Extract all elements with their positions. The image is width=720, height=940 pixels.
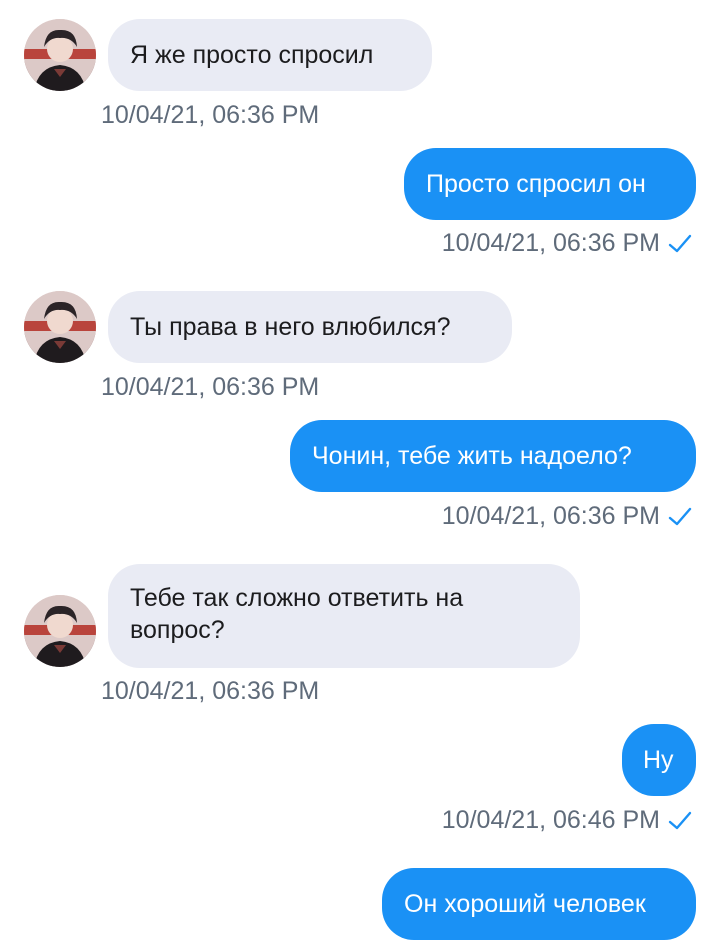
check-icon <box>668 811 692 831</box>
check-icon <box>668 507 692 527</box>
message-bubble-outgoing[interactable]: Ну <box>622 724 696 796</box>
message-bubble-outgoing[interactable]: Чонин, тебе жить надоело? <box>290 420 696 492</box>
avatar-photo-icon <box>24 19 96 91</box>
message-timestamp: 10/04/21, 06:46 PM <box>441 806 660 834</box>
message-text: Ну <box>643 746 674 774</box>
message-bubble-incoming[interactable]: Тебе так сложно ответить на вопрос? <box>108 564 580 668</box>
message-text: Просто спросил он <box>426 170 646 198</box>
message-timestamp: 10/04/21, 06:36 PM <box>101 101 320 129</box>
message-bubble-incoming[interactable]: Ты права в него влюбился? <box>108 291 512 363</box>
message-text: Чонин, тебе жить надоело? <box>312 442 632 470</box>
avatar[interactable] <box>24 595 96 667</box>
avatar[interactable] <box>24 19 96 91</box>
message-timestamp: 10/04/21, 06:36 PM <box>441 502 660 530</box>
message-bubble-incoming[interactable]: Я же просто спросил <box>108 19 432 91</box>
check-icon <box>668 234 692 254</box>
message-text: Тебе так сложно ответить на вопрос? <box>130 584 464 644</box>
message-bubble-outgoing[interactable]: Просто спросил он <box>404 148 696 220</box>
message-timestamp: 10/04/21, 06:36 PM <box>441 229 660 257</box>
message-bubble-outgoing[interactable]: Он хороший человек <box>382 868 696 940</box>
message-text: Ты права в него влюбился? <box>130 313 451 341</box>
message-timestamp: 10/04/21, 06:36 PM <box>101 677 320 705</box>
message-timestamp: 10/04/21, 06:36 PM <box>101 373 320 401</box>
chat-thread: Я же просто спросил 10/04/21, 06:36 PM П… <box>0 0 720 940</box>
avatar-photo-icon <box>24 595 96 667</box>
avatar[interactable] <box>24 291 96 363</box>
message-text: Он хороший человек <box>404 890 646 918</box>
message-text: Я же просто спросил <box>130 41 374 69</box>
avatar-photo-icon <box>24 291 96 363</box>
